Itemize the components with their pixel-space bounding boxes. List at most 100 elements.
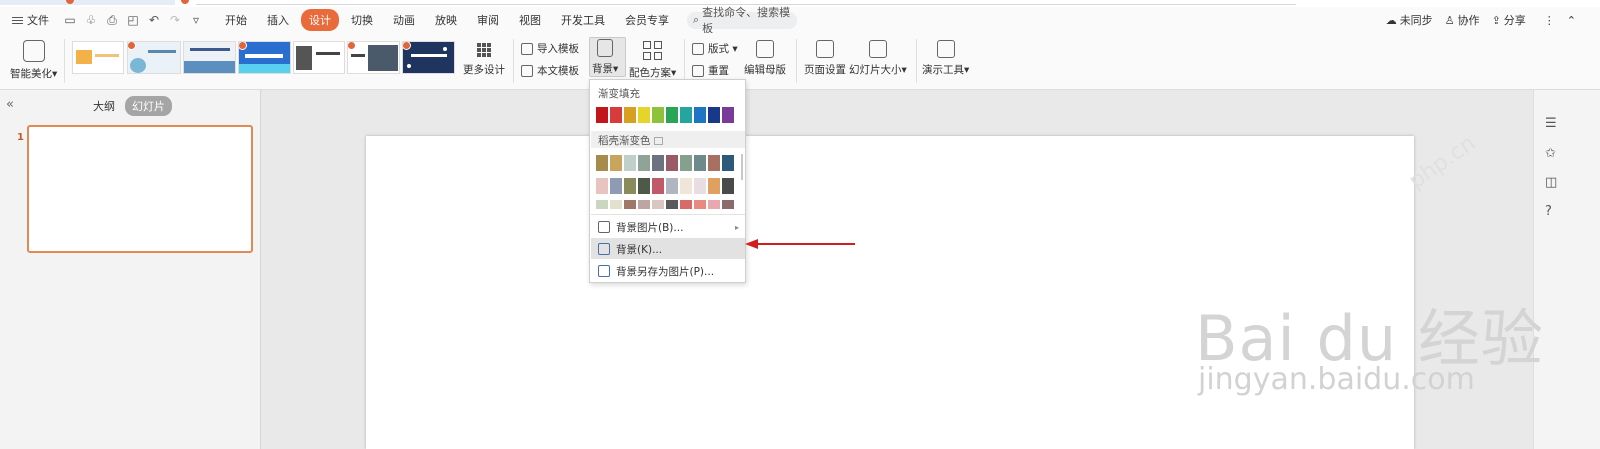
docer-swatch[interactable]	[624, 178, 636, 194]
background-button[interactable]: 背景▾	[592, 39, 618, 76]
docer-swatch[interactable]	[638, 178, 650, 194]
template-thumbnail[interactable]	[72, 41, 124, 74]
tab-view[interactable]: 视图	[511, 9, 549, 31]
background-item[interactable]: 背景(K)...	[591, 239, 745, 259]
template-thumbnail[interactable]	[293, 41, 345, 74]
slide-size-button[interactable]: 幻灯片大小▾	[849, 40, 907, 77]
tab-design[interactable]: 设计	[301, 9, 339, 31]
docer-swatch[interactable]	[708, 155, 720, 171]
format-painter-icon[interactable]: ♧	[84, 13, 98, 27]
tab-review[interactable]: 审阅	[469, 9, 507, 31]
tab-member[interactable]: 会员专享	[617, 9, 677, 31]
dropdown-scrollbar[interactable]	[741, 154, 743, 180]
template-thumbnail[interactable]	[347, 41, 400, 74]
share-button[interactable]: ⇪ 分享	[1492, 12, 1526, 28]
docer-swatch[interactable]	[708, 200, 720, 209]
docer-swatch[interactable]	[624, 155, 636, 171]
docer-swatch[interactable]	[610, 200, 622, 209]
tab-animations[interactable]: 动画	[385, 9, 423, 31]
collapse-panel-icon[interactable]: «	[6, 97, 14, 112]
template-thumbnail[interactable]	[183, 41, 236, 74]
docer-swatch[interactable]	[610, 178, 622, 194]
edit-master-button[interactable]: 编辑母版	[744, 40, 786, 77]
docer-swatch[interactable]	[722, 178, 734, 194]
docer-swatch[interactable]	[694, 178, 706, 194]
background-label: 背景▾	[592, 63, 619, 75]
properties-icon[interactable]: ☰	[1545, 116, 1557, 131]
beautify-icon[interactable]: ✩	[1545, 146, 1556, 161]
slide-thumbnail[interactable]	[27, 125, 253, 253]
docer-swatch[interactable]	[652, 200, 664, 209]
collaborate-button[interactable]: ♙ 协作	[1445, 12, 1480, 28]
more-options-icon[interactable]: ⋮	[1544, 14, 1555, 27]
undo-icon[interactable]: ↶	[147, 13, 161, 27]
tab-home[interactable]: 开始	[217, 9, 255, 31]
file-menu[interactable]: 文件	[0, 12, 57, 28]
gradient-swatch[interactable]	[680, 107, 692, 123]
docer-swatch[interactable]	[708, 178, 720, 194]
document-tab[interactable]	[0, 0, 175, 5]
docer-swatch[interactable]	[694, 155, 706, 171]
tab-slideshow[interactable]: 放映	[427, 9, 465, 31]
docer-swatch[interactable]	[680, 155, 692, 171]
docer-swatch[interactable]	[596, 155, 608, 171]
color-scheme-button[interactable]: 配色方案▾	[629, 41, 676, 80]
template-thumbnail[interactable]	[127, 41, 181, 74]
gradient-swatch[interactable]	[624, 107, 636, 123]
gradient-swatch[interactable]	[694, 107, 706, 123]
docer-swatch[interactable]	[680, 178, 692, 194]
presentation-tools-button[interactable]: 演示工具▾	[922, 40, 969, 77]
help-icon[interactable]: ?	[1545, 204, 1552, 219]
docer-swatch[interactable]	[596, 200, 608, 209]
tab-slides[interactable]: 幻灯片	[125, 96, 172, 116]
docer-swatch[interactable]	[638, 200, 650, 209]
gradient-swatch[interactable]	[652, 107, 664, 123]
docer-swatch[interactable]	[722, 200, 734, 209]
docer-swatch[interactable]	[694, 200, 706, 209]
docer-swatch[interactable]	[624, 200, 636, 209]
docer-swatch[interactable]	[666, 178, 678, 194]
more-designs-button[interactable]: 更多设计	[463, 43, 505, 77]
gradient-swatch[interactable]	[596, 107, 608, 123]
command-search[interactable]: ⌕ 查找命令、搜索模板	[687, 6, 797, 35]
tab-outline[interactable]: 大纲	[93, 98, 115, 114]
page-setup-button[interactable]: 页面设置	[804, 40, 846, 77]
color-scheme-label: 配色方案▾	[629, 67, 677, 79]
import-template-button[interactable]: 导入模板	[521, 41, 579, 56]
sync-status[interactable]: ☁ 未同步	[1386, 12, 1433, 28]
docer-swatch[interactable]	[722, 155, 734, 171]
docer-swatch[interactable]	[666, 155, 678, 171]
docer-swatch[interactable]	[638, 155, 650, 171]
redo-icon[interactable]: ↷	[168, 13, 182, 27]
docer-swatch[interactable]	[666, 200, 678, 209]
save-background-as-picture-item[interactable]: 背景另存为图片(P)...	[591, 261, 745, 281]
collapse-ribbon-icon[interactable]: ⌃	[1567, 14, 1576, 27]
tab-transitions[interactable]: 切换	[343, 9, 381, 31]
reset-button[interactable]: 重置	[692, 63, 729, 78]
gradient-swatch[interactable]	[610, 107, 622, 123]
animation-icon[interactable]: ◫	[1545, 175, 1557, 190]
tab-developer[interactable]: 开发工具	[553, 9, 613, 31]
template-thumbnail[interactable]	[402, 41, 455, 74]
background-picture-item[interactable]: 背景图片(B)... ▸	[591, 217, 745, 237]
docer-swatch[interactable]	[596, 178, 608, 194]
print-preview-icon[interactable]: ◰	[126, 13, 140, 27]
customize-dropdown-icon[interactable]: ▿	[189, 13, 203, 27]
layout-button[interactable]: 版式 ▾	[692, 41, 738, 56]
docer-swatch[interactable]	[652, 155, 664, 171]
gradient-swatch[interactable]	[708, 107, 720, 123]
tab-insert[interactable]: 插入	[259, 9, 297, 31]
docer-swatch[interactable]	[610, 155, 622, 171]
docer-swatch[interactable]	[680, 200, 692, 209]
smart-beautify-button[interactable]: 智能美化▾	[10, 40, 57, 81]
gradient-swatch[interactable]	[666, 107, 678, 123]
gradient-swatch[interactable]	[722, 107, 734, 123]
template-thumbnail[interactable]	[238, 41, 291, 74]
print-icon[interactable]: ⎙	[105, 13, 119, 27]
gradient-swatch[interactable]	[638, 107, 650, 123]
slide-canvas[interactable]	[366, 136, 1414, 449]
docer-swatch[interactable]	[652, 178, 664, 194]
menu-divider	[591, 214, 745, 215]
body-template-button[interactable]: 本文模板	[521, 63, 579, 78]
save-icon[interactable]: ▭	[63, 13, 77, 27]
